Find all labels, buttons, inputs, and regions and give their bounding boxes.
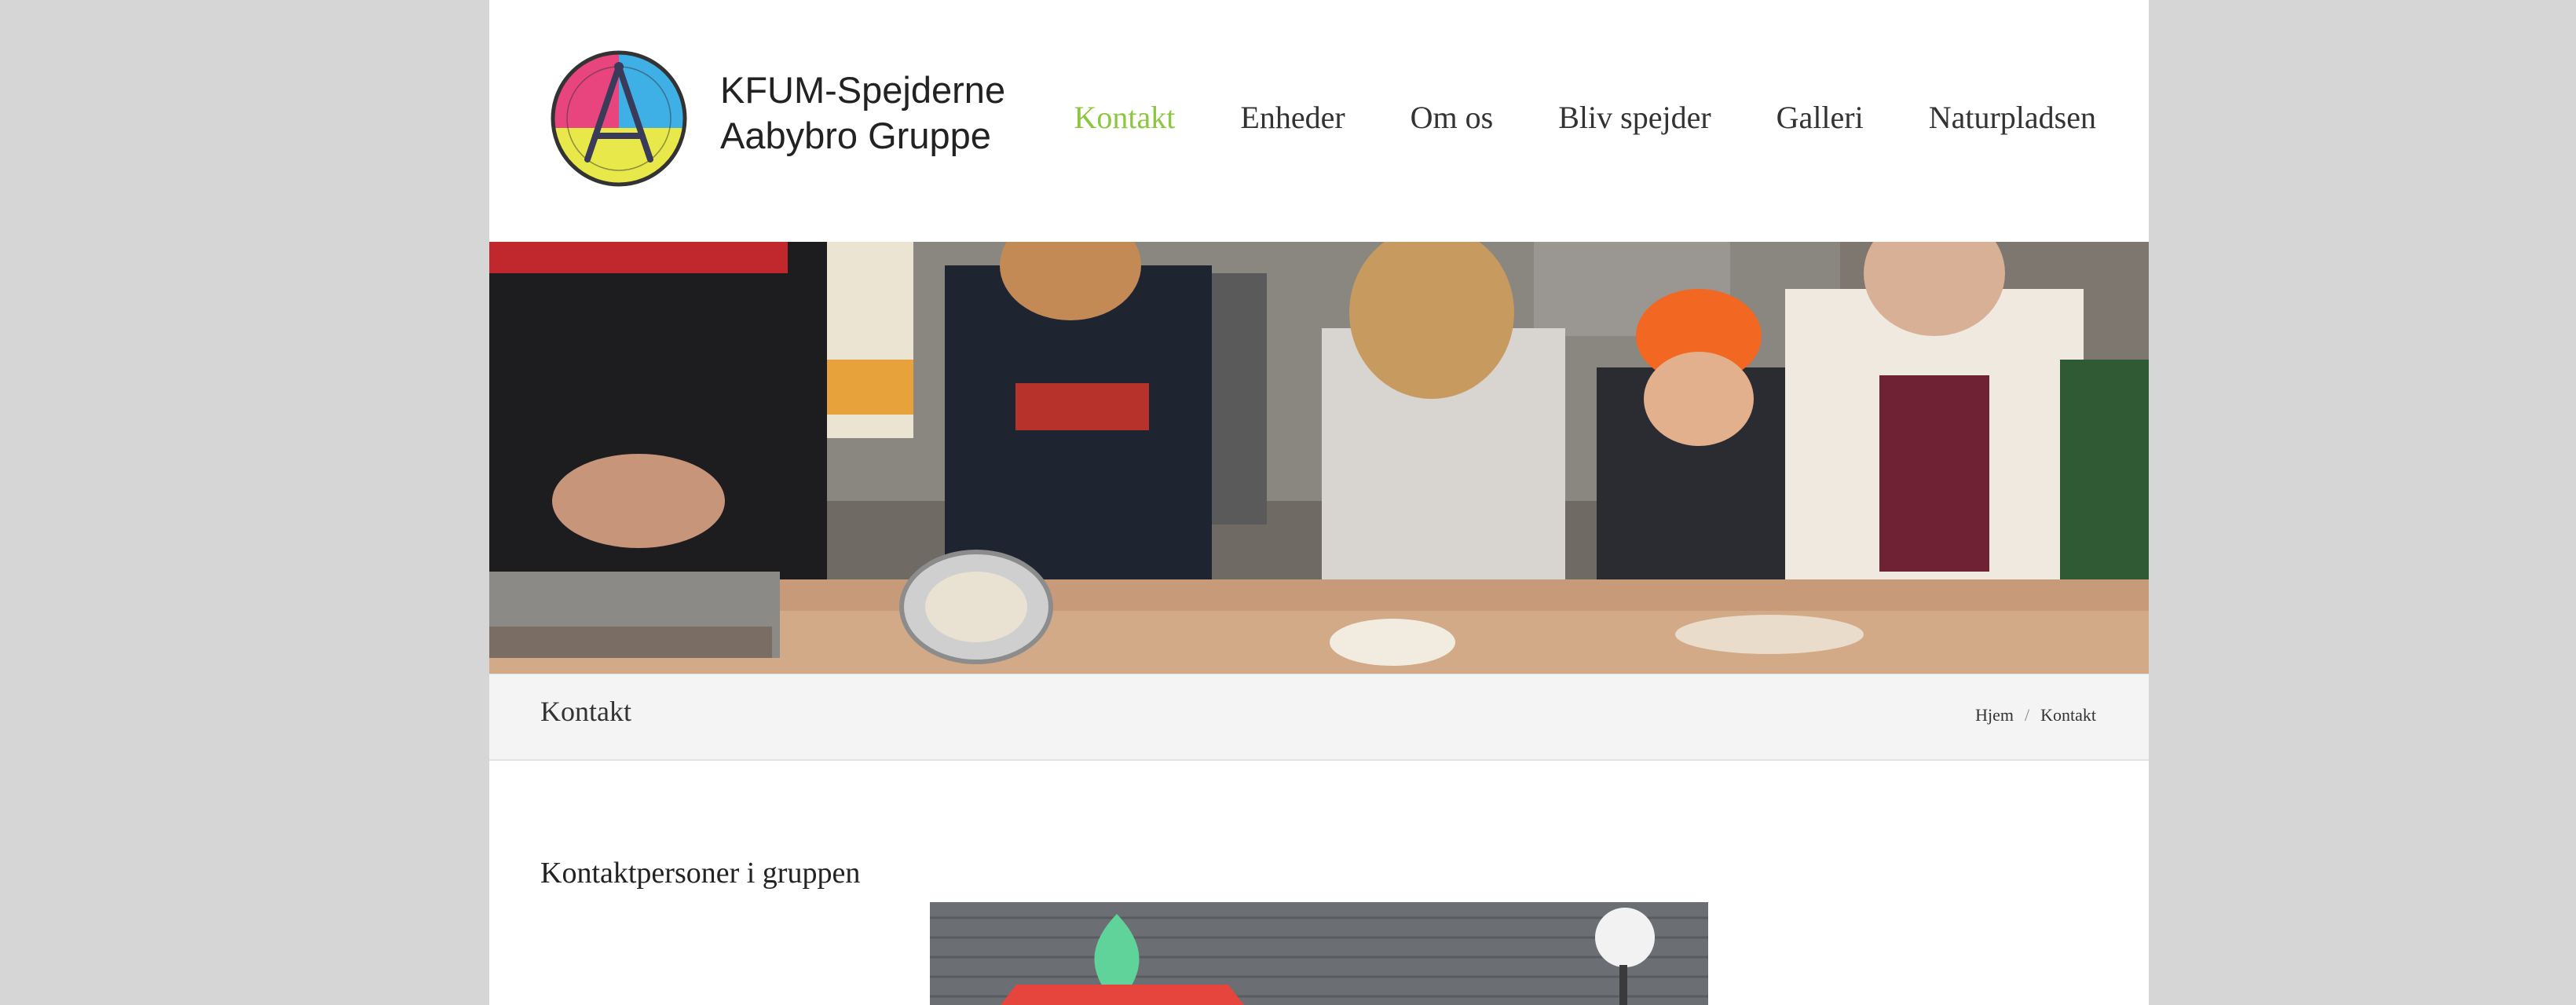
breadcrumb-current: Kontakt	[2040, 705, 2096, 725]
hero-photo	[489, 242, 2149, 674]
nav-item-galleri[interactable]: Galleri	[1776, 93, 1864, 143]
nav-item-naturpladsen[interactable]: Naturpladsen	[1929, 93, 2096, 143]
logo-line-1: KFUM-Spejderne	[720, 69, 1006, 111]
scout-emblem-photo	[930, 902, 1708, 1005]
hero-banner	[489, 242, 2149, 674]
site-header: KFUM-Spejderne Aabybro Gruppe Kontakt En…	[489, 0, 2149, 242]
page-title: Kontakt	[540, 696, 631, 727]
content-image	[930, 902, 1708, 1005]
nav-item-om-os[interactable]: Om os	[1411, 93, 1494, 143]
breadcrumb-home-link[interactable]: Hjem	[1975, 705, 2014, 725]
section-heading: Kontaktpersoner i gruppen	[540, 857, 861, 890]
logo-line-2: Aabybro Gruppe	[720, 115, 991, 156]
page-container: KFUM-Spejderne Aabybro Gruppe Kontakt En…	[489, 0, 2149, 1005]
main-nav: Kontakt Enheder Om os Bliv spejder Galle…	[1074, 93, 2096, 143]
nav-item-enheder[interactable]: Enheder	[1240, 93, 1345, 143]
breadcrumb: Hjem / Kontakt	[1975, 705, 2096, 725]
nav-item-kontakt[interactable]: Kontakt	[1074, 93, 1176, 143]
nav-item-bliv-spejder[interactable]: Bliv spejder	[1558, 93, 1711, 143]
page-title-bar: Kontakt Hjem / Kontakt	[489, 674, 2149, 761]
breadcrumb-separator: /	[2024, 705, 2030, 725]
logo-text[interactable]: KFUM-Spejderne Aabybro Gruppe	[720, 68, 1005, 159]
kfum-logo-icon[interactable]	[550, 49, 688, 188]
